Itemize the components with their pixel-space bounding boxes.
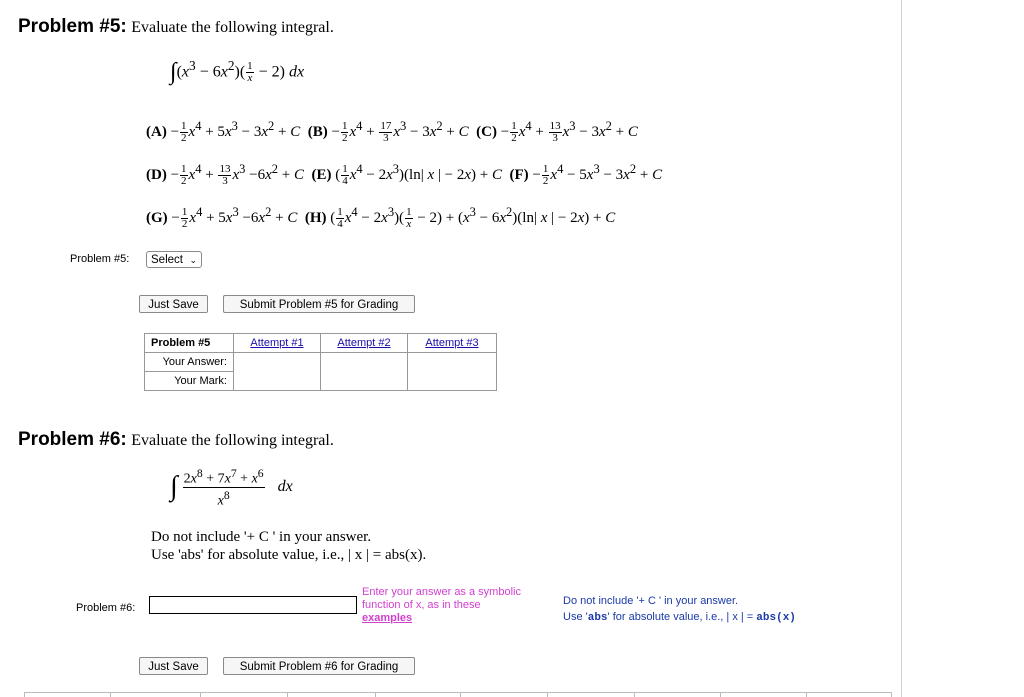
problem-6-integral: ∫ 2x8 + 7x7 + x6 x8 dx bbox=[170, 467, 293, 509]
problem-5-attempts-table: Problem #5 Attempt #1 Attempt #2 Attempt… bbox=[144, 333, 497, 391]
problem-5-title: Problem #5: bbox=[18, 16, 127, 37]
your-mark-label: Your Mark: bbox=[144, 371, 234, 391]
problem-6-hint: Enter your answer as a symbolic function… bbox=[362, 586, 547, 625]
options-row-3: (G) −1 2 x4 + 5x3 −6x2 + C (H) (1 4 x4 − 2x3… bbox=[146, 205, 616, 231]
problem-5-prompt: Evaluate the following integral. bbox=[131, 19, 334, 36]
attempt-1-link[interactable]: Attempt #1 bbox=[250, 337, 303, 349]
attempt-2-link[interactable]: Attempt #2 bbox=[337, 337, 390, 349]
attempt-3-cell: Attempt #3 bbox=[407, 333, 497, 353]
problem-6-answer-label: Problem #6: bbox=[76, 602, 136, 614]
chevron-down-icon: ⌄ bbox=[189, 255, 197, 265]
right-divider bbox=[901, 0, 902, 697]
examples-link[interactable]: examples bbox=[362, 612, 412, 624]
attempt-1-cell: Attempt #1 bbox=[233, 333, 321, 353]
attempt-2-answer bbox=[320, 352, 408, 391]
problem-6-answer-input[interactable] bbox=[149, 596, 357, 614]
problem-6-note-2: Use 'abs' for absolute value, i.e., | x … bbox=[151, 547, 427, 563]
problem-6-submit-button[interactable]: Submit Problem #6 for Grading bbox=[223, 657, 415, 675]
problem-5-submit-button[interactable]: Submit Problem #5 for Grading bbox=[223, 295, 415, 313]
attempt-3-answer bbox=[407, 352, 497, 391]
options-row-1: (A) −1 2 x4 + 5x3 − 3x2 + C (B) −1 2 x4 + 17… bbox=[146, 119, 638, 145]
problem-5-just-save-button[interactable]: Just Save bbox=[139, 295, 208, 313]
your-answer-label: Your Answer: bbox=[144, 352, 234, 372]
side-note-line-2: Use 'abs' for absolute value, i.e., | x … bbox=[563, 611, 796, 624]
problem-5-heading: Problem #5: Evaluate the following integ… bbox=[18, 16, 334, 38]
problem-6-prompt: Evaluate the following integral. bbox=[131, 432, 334, 449]
select-value: Select bbox=[151, 254, 183, 266]
problem-5-answer-select[interactable]: Select ⌄ bbox=[146, 251, 202, 268]
problem-5-answer-label: Problem #5: bbox=[70, 253, 130, 265]
attempt-1-answer bbox=[233, 352, 321, 391]
problem-6-heading: Problem #6: Evaluate the following integ… bbox=[18, 429, 334, 451]
side-note-line-1: Do not include '+ C ' in your answer. bbox=[563, 595, 739, 607]
attempt-2-cell: Attempt #2 bbox=[320, 333, 408, 353]
bottom-table-edge bbox=[24, 692, 892, 693]
hint-text: Enter your answer as a symbolic function… bbox=[362, 586, 521, 611]
problem-5-integral: ∫(x3 − 6x2)(1 x − 2) dx bbox=[170, 58, 305, 86]
attempt-3-link[interactable]: Attempt #3 bbox=[425, 337, 478, 349]
problem-6-title: Problem #6: bbox=[18, 429, 127, 450]
options-row-2: (D) −1 2 x4 + 13 3 x3 −6x2 + C (E) (1 4 x4 − 2… bbox=[146, 162, 663, 188]
attempts-header: Problem #5 bbox=[144, 333, 234, 353]
problem-6-note-1: Do not include '+ C ' in your answer. bbox=[151, 529, 372, 545]
problem-6-side-note: Do not include '+ C ' in your answer. Us… bbox=[563, 593, 796, 626]
problem-6-just-save-button[interactable]: Just Save bbox=[139, 657, 208, 675]
